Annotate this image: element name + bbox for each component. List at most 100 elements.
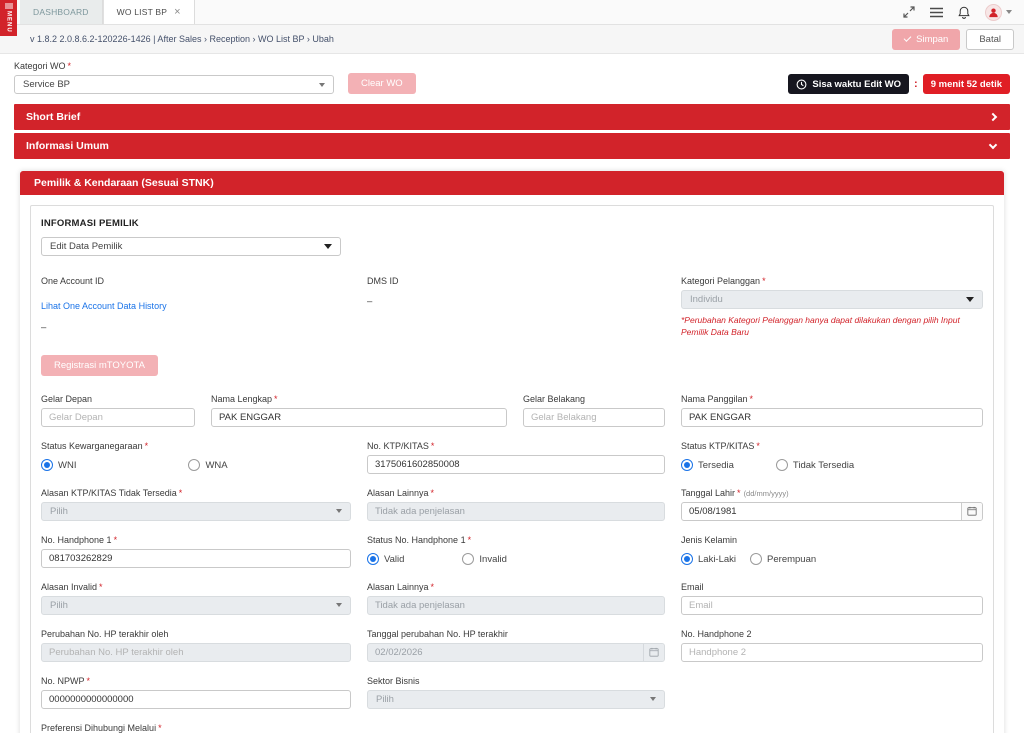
- alasan-lainnya-ktp-label: Alasan Lainnya*: [367, 488, 665, 498]
- status-ktp-field: Status KTP/KITAS* Tersedia Tidak Tersedi…: [681, 441, 983, 474]
- bell-icon[interactable]: [958, 6, 970, 19]
- radio-dot: [681, 459, 693, 471]
- nama-lengkap-label: Nama Lengkap*: [211, 394, 507, 404]
- radio-invalid[interactable]: Invalid: [462, 553, 506, 565]
- section-short-brief[interactable]: Short Brief: [14, 104, 1010, 130]
- chevron-down-icon: [1006, 10, 1012, 14]
- alasan-lainnya-hp-input[interactable]: [367, 596, 665, 615]
- tanggal-perubahan-hp-input[interactable]: 02/02/2026: [367, 643, 665, 662]
- sektor-bisnis-select[interactable]: Pilih: [367, 690, 665, 709]
- tab-dashboard-label: DASHBOARD: [33, 7, 89, 17]
- no-ktp-input[interactable]: [367, 455, 665, 474]
- section-informasi-umum[interactable]: Informasi Umum: [14, 133, 1010, 159]
- tanggal-lahir-input[interactable]: 05/08/1981: [681, 502, 983, 521]
- perubahan-hp-oleh-input[interactable]: [41, 643, 351, 662]
- no-hp1-input[interactable]: [41, 549, 351, 568]
- alasan-lainnya-hp-field: Alasan Lainnya*: [367, 582, 665, 615]
- nama-panggilan-field: Nama Panggilan*: [681, 394, 983, 427]
- topbar-icons: [903, 0, 1024, 24]
- user-menu[interactable]: [985, 4, 1012, 21]
- clock-icon: [796, 79, 807, 90]
- clear-wo-button[interactable]: Clear WO: [348, 73, 416, 94]
- radio-dot: [188, 459, 200, 471]
- radio-tidak-tersedia[interactable]: Tidak Tersedia: [776, 459, 854, 471]
- no-hp2-field: No. Handphone 2: [681, 629, 983, 662]
- radio-valid[interactable]: Valid: [367, 553, 404, 565]
- menu-label: MENU: [6, 11, 12, 33]
- gelar-belakang-input[interactable]: [523, 408, 665, 427]
- section-pemilik-kendaraan[interactable]: Pemilik & Kendaraan (Sesuai STNK): [20, 171, 1004, 195]
- tab-wo-list-bp[interactable]: WO LIST BP ×: [103, 0, 195, 24]
- one-account-value: –: [41, 322, 351, 333]
- status-hp1-label: Status No. Handphone 1*: [367, 535, 665, 545]
- radio-perempuan[interactable]: Perempuan: [750, 553, 816, 565]
- radio-laki-laki[interactable]: Laki-Laki: [681, 553, 736, 565]
- chevron-down-icon: [324, 244, 332, 249]
- alasan-lainnya-hp-label: Alasan Lainnya*: [367, 582, 665, 592]
- tab-close-icon[interactable]: ×: [174, 7, 181, 18]
- chevron-down-icon: [966, 297, 974, 302]
- alasan-ktp-select[interactable]: Pilih: [41, 502, 351, 521]
- radio-dot: [681, 553, 693, 565]
- one-account-field: One Account ID Lihat One Account Data Hi…: [41, 276, 351, 339]
- email-input[interactable]: [681, 596, 983, 615]
- timer-colon: :: [914, 78, 918, 90]
- user-icon: [988, 7, 999, 18]
- status-kewarganegaraan-label: Status Kewarganegaraan*: [41, 441, 351, 451]
- preferensi-label: Preferensi Dihubungi Melalui*: [41, 723, 983, 733]
- fullscreen-icon[interactable]: [903, 6, 915, 18]
- gelar-depan-input[interactable]: [41, 408, 195, 427]
- preferensi-row: Preferensi Dihubungi Melalui* Phone Call…: [41, 723, 983, 733]
- registrasi-mtoyota-button[interactable]: Registrasi mTOYOTA: [41, 355, 158, 376]
- batal-button[interactable]: Batal: [966, 29, 1014, 50]
- radio-wni[interactable]: WNI: [41, 459, 76, 471]
- no-ktp-label: No. KTP/KITAS*: [367, 441, 665, 451]
- no-ktp-field: No. KTP/KITAS*: [367, 441, 665, 474]
- npwp-input[interactable]: [41, 690, 351, 709]
- breadcrumb: v 1.8.2 2.0.8.6.2-120226-1426 | After Sa…: [30, 34, 334, 44]
- nama-lengkap-input[interactable]: [211, 408, 507, 427]
- tanggal-perubahan-hp-label: Tanggal perubahan No. HP terakhir: [367, 629, 665, 639]
- ktp-row: Status Kewarganegaraan* WNI WNA: [41, 441, 983, 474]
- breadcrumb-bar: v 1.8.2 2.0.8.6.2-120226-1426 | After Sa…: [0, 25, 1024, 54]
- edit-data-pemilik-select[interactable]: Edit Data Pemilik: [41, 237, 341, 256]
- alasan-lainnya-ktp-field: Alasan Lainnya*: [367, 488, 665, 521]
- simpan-button[interactable]: Simpan: [892, 29, 960, 50]
- avatar: [985, 4, 1002, 21]
- nama-panggilan-input[interactable]: [681, 408, 983, 427]
- kategori-pelanggan-note: *Perubahan Kategori Pelanggan hanya dapa…: [681, 315, 983, 339]
- chevron-down-icon: [336, 603, 342, 607]
- npwp-label: No. NPWP*: [41, 676, 351, 686]
- ids-row: One Account ID Lihat One Account Data Hi…: [41, 276, 983, 339]
- tanggal-perubahan-hp-field: Tanggal perubahan No. HP terakhir 02/02/…: [367, 629, 665, 662]
- kategori-pelanggan-select[interactable]: Individu: [681, 290, 983, 309]
- jenis-kelamin-field: Jenis Kelamin Laki-Laki Perempuan: [681, 535, 983, 568]
- alasan-lainnya-ktp-input[interactable]: [367, 502, 665, 521]
- status-kewarganegaraan-field: Status Kewarganegaraan* WNI WNA: [41, 441, 351, 474]
- timer-label-badge: Sisa waktu Edit WO: [788, 74, 909, 94]
- radio-tersedia[interactable]: Tersedia: [681, 459, 734, 471]
- no-hp2-input[interactable]: [681, 643, 983, 662]
- alasan-invalid-row: Alasan Invalid* Pilih Alasan Lainnya* Em…: [41, 582, 983, 615]
- email-field: Email: [681, 582, 983, 615]
- one-account-history-link[interactable]: Lihat One Account Data History: [41, 301, 167, 311]
- no-hp1-field: No. Handphone 1*: [41, 535, 351, 568]
- kategori-wo-select[interactable]: Service BP: [14, 75, 334, 94]
- handphone-row: No. Handphone 1* Status No. Handphone 1*…: [41, 535, 983, 568]
- kategori-pelanggan-label: Kategori Pelanggan*: [681, 276, 983, 286]
- radio-wna[interactable]: WNA: [188, 459, 227, 471]
- status-hp1-field: Status No. Handphone 1* Valid Invalid: [367, 535, 665, 568]
- calendar-icon: [643, 644, 664, 661]
- npwp-row: No. NPWP* Sektor Bisnis Pilih: [41, 676, 983, 709]
- nama-panggilan-label: Nama Panggilan*: [681, 394, 983, 404]
- tab-dashboard[interactable]: DASHBOARD: [20, 0, 103, 24]
- perubahan-hp-oleh-field: Perubahan No. HP terakhir oleh: [41, 629, 351, 662]
- calendar-icon[interactable]: [961, 503, 982, 520]
- menu-toggle[interactable]: MENU: [0, 0, 17, 36]
- alasan-invalid-field: Alasan Invalid* Pilih: [41, 582, 351, 615]
- kategori-pelanggan-field: Kategori Pelanggan* Individu *Perubahan …: [681, 276, 983, 339]
- nama-lengkap-field: Nama Lengkap*: [211, 394, 507, 427]
- hamburger-menu-icon[interactable]: [930, 7, 943, 18]
- alasan-invalid-select[interactable]: Pilih: [41, 596, 351, 615]
- hamburger-icon: [5, 3, 13, 9]
